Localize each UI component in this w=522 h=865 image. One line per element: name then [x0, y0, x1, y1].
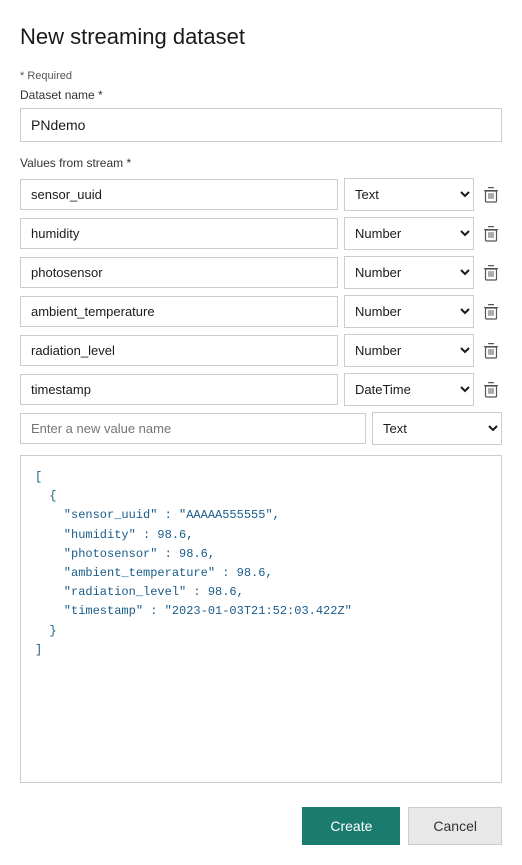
- delete-row-button[interactable]: [480, 262, 502, 284]
- stream-row: TextNumberDateTimeBoolean: [20, 373, 502, 406]
- footer-buttons: Create Cancel: [20, 803, 502, 845]
- stream-row-type-select[interactable]: TextNumberDateTimeBoolean: [344, 178, 474, 211]
- delete-row-button[interactable]: [480, 379, 502, 401]
- trash-icon: [484, 382, 498, 398]
- trash-icon: [484, 304, 498, 320]
- trash-icon: [484, 343, 498, 359]
- stream-row-name-input[interactable]: [20, 179, 338, 210]
- delete-row-button[interactable]: [480, 184, 502, 206]
- trash-icon: [484, 265, 498, 281]
- page-title: New streaming dataset: [20, 24, 502, 50]
- stream-row-type-select[interactable]: TextNumberDateTimeBoolean: [344, 217, 474, 250]
- stream-row-type-select[interactable]: TextNumberDateTimeBoolean: [344, 334, 474, 367]
- delete-row-button[interactable]: [480, 301, 502, 323]
- stream-row-type-select[interactable]: TextNumberDateTimeBoolean: [344, 373, 474, 406]
- delete-row-button[interactable]: [480, 340, 502, 362]
- delete-row-button[interactable]: [480, 223, 502, 245]
- stream-row: TextNumberDateTimeBoolean: [20, 295, 502, 328]
- stream-row: TextNumberDateTimeBoolean: [20, 334, 502, 367]
- stream-row-name-input[interactable]: [20, 296, 338, 327]
- required-note: * Required: [20, 70, 502, 82]
- stream-row-name-input[interactable]: [20, 257, 338, 288]
- stream-row-name-input[interactable]: [20, 335, 338, 366]
- json-preview: [ { "sensor_uuid" : "AAAAA555555", "humi…: [20, 455, 502, 783]
- new-value-name-input[interactable]: [20, 413, 366, 444]
- new-streaming-dataset-panel: New streaming dataset * Required Dataset…: [0, 0, 522, 865]
- values-from-stream-label: Values from stream *: [20, 156, 502, 170]
- stream-row-type-select[interactable]: TextNumberDateTimeBoolean: [344, 256, 474, 289]
- create-button[interactable]: Create: [302, 807, 400, 845]
- stream-row-name-input[interactable]: [20, 374, 338, 405]
- new-value-row: TextNumberDateTimeBoolean: [20, 412, 502, 445]
- stream-rows-container: TextNumberDateTimeBoolean TextNumberDate…: [20, 178, 502, 406]
- trash-icon: [484, 187, 498, 203]
- stream-row: TextNumberDateTimeBoolean: [20, 256, 502, 289]
- stream-row: TextNumberDateTimeBoolean: [20, 217, 502, 250]
- dataset-name-label: Dataset name *: [20, 88, 502, 102]
- cancel-button[interactable]: Cancel: [408, 807, 502, 845]
- stream-row-type-select[interactable]: TextNumberDateTimeBoolean: [344, 295, 474, 328]
- trash-icon: [484, 226, 498, 242]
- dataset-name-input[interactable]: [20, 108, 502, 142]
- new-value-type-select[interactable]: TextNumberDateTimeBoolean: [372, 412, 502, 445]
- stream-row-name-input[interactable]: [20, 218, 338, 249]
- stream-row: TextNumberDateTimeBoolean: [20, 178, 502, 211]
